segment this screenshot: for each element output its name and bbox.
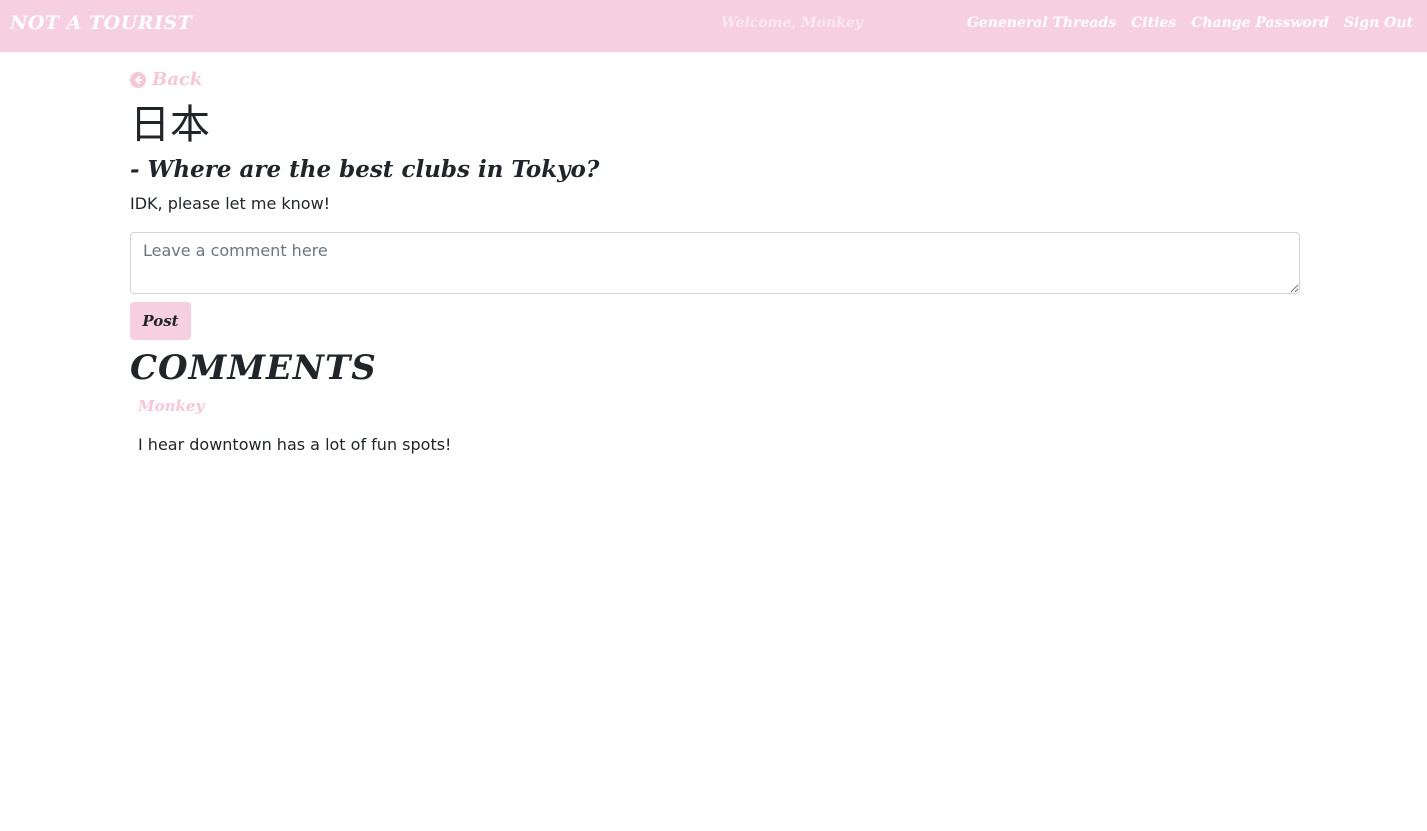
brand-logo-link[interactable]: NOT A TOURIST xyxy=(10,12,192,34)
nav-cities-link[interactable]: Cities xyxy=(1131,15,1176,31)
nav-general-threads-link[interactable]: Geneneral Threads xyxy=(967,15,1116,31)
city-title: 日本 xyxy=(130,102,210,148)
nav-sign-out-link[interactable]: Sign Out xyxy=(1344,15,1413,31)
welcome-text: Welcome, Monkey xyxy=(721,15,863,31)
thread-title: - Where are the best clubs in Tokyo? xyxy=(130,156,600,183)
comments-heading: COMMENTS xyxy=(130,348,377,388)
nav-links: Geneneral Threads Cities Change Password… xyxy=(967,15,1413,31)
back-link[interactable]: Back xyxy=(130,69,202,90)
nav-change-password-link[interactable]: Change Password xyxy=(1191,15,1329,31)
back-label: Back xyxy=(152,69,203,90)
comment-author: Monkey xyxy=(138,397,205,415)
thread-body: IDK, please let me know! xyxy=(130,194,331,213)
comment-input[interactable] xyxy=(130,232,1300,294)
arrow-left-circle-icon xyxy=(130,71,146,88)
comment-text: I hear downtown has a lot of fun spots! xyxy=(138,435,452,454)
top-navbar: NOT A TOURIST Welcome, Monkey Geneneral … xyxy=(0,0,1427,52)
post-button[interactable]: Post xyxy=(130,302,191,340)
comment-item: Monkey I hear downtown has a lot of fun … xyxy=(138,395,451,454)
